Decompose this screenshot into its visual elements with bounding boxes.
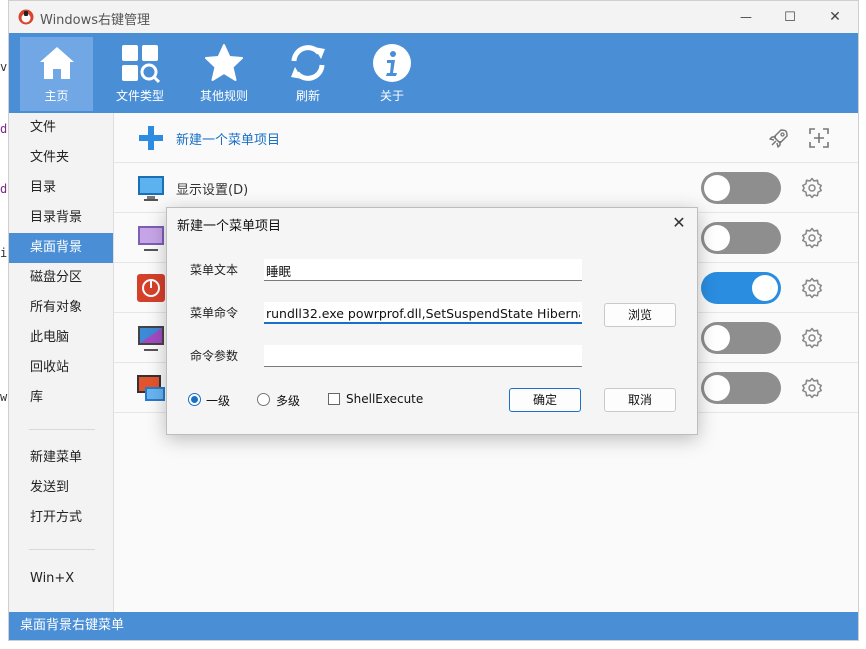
menu-text-label: 菜单文本 bbox=[190, 263, 239, 277]
toolbar-about-button[interactable]: 关于 bbox=[352, 33, 432, 113]
toggle-switch[interactable] bbox=[701, 172, 781, 204]
title-bar[interactable]: Windows右键管理 — ☐ ✕ bbox=[9, 1, 858, 33]
dialog-title: 新建一个菜单项目 bbox=[177, 219, 282, 234]
close-icon: ✕ bbox=[829, 9, 841, 25]
toggle-knob bbox=[704, 325, 730, 351]
background-text: d bbox=[0, 182, 8, 196]
gear-icon[interactable] bbox=[800, 226, 824, 250]
sidebar-item-new-menu[interactable]: 新建菜单 bbox=[9, 443, 113, 473]
background-text: i bbox=[0, 246, 8, 260]
menu-command-label: 菜单命令 bbox=[190, 306, 239, 320]
sidebar-item-folder[interactable]: 文件夹 bbox=[9, 143, 113, 173]
background-text: w bbox=[0, 390, 8, 404]
gear-icon[interactable] bbox=[800, 276, 824, 300]
dialog-close-button[interactable]: ✕ bbox=[667, 211, 691, 235]
sidebar-item-send-to[interactable]: 发送到 bbox=[9, 473, 113, 503]
new-item-row[interactable]: 新建一个菜单项目 bbox=[114, 113, 858, 163]
toolbar-home-label: 主页 bbox=[44, 89, 69, 103]
command-args-input[interactable] bbox=[264, 345, 582, 367]
toggle-knob bbox=[752, 275, 778, 301]
toggle-knob bbox=[704, 175, 730, 201]
gear-icon[interactable] bbox=[800, 326, 824, 350]
level1-radio[interactable] bbox=[188, 393, 201, 406]
sidebar-item-desktop-background[interactable]: 桌面背景 bbox=[9, 233, 113, 263]
menu-item-label: 显示设置(D) bbox=[176, 183, 249, 198]
minimize-button[interactable]: — bbox=[723, 1, 769, 33]
gear-icon[interactable] bbox=[800, 376, 824, 400]
multilevel-radio-label[interactable]: 多级 bbox=[276, 392, 300, 409]
sidebar-divider bbox=[29, 549, 95, 550]
shellexecute-checkbox[interactable] bbox=[328, 393, 340, 405]
refresh-icon bbox=[291, 45, 325, 81]
wallpaper-icon bbox=[137, 375, 165, 401]
menu-text-input[interactable] bbox=[264, 259, 582, 281]
sidebar-item-recycle-bin[interactable]: 回收站 bbox=[9, 353, 113, 383]
shellexecute-label[interactable]: ShellExecute bbox=[346, 392, 423, 406]
sidebar-item-directory[interactable]: 目录 bbox=[9, 173, 113, 203]
sidebar-item-winx[interactable]: Win+X bbox=[9, 564, 113, 594]
rocket-icon[interactable] bbox=[767, 126, 791, 150]
toolbar-refresh-label: 刷新 bbox=[295, 89, 320, 103]
home-icon bbox=[39, 47, 74, 79]
sidebar-item-drive[interactable]: 磁盘分区 bbox=[9, 263, 113, 293]
new-menu-item-dialog: 新建一个菜单项目 ✕ 菜单文本 菜单命令 浏览 命令参数 一级 多级 Shell… bbox=[166, 207, 698, 435]
toolbar-about-label: 关于 bbox=[379, 89, 404, 103]
sidebar-item-all-objects[interactable]: 所有对象 bbox=[9, 293, 113, 323]
power-icon bbox=[137, 274, 165, 302]
ok-button[interactable]: 确定 bbox=[509, 388, 581, 412]
background-text: d bbox=[0, 122, 8, 136]
app-logo-icon bbox=[18, 9, 34, 25]
toggle-switch[interactable] bbox=[701, 222, 781, 254]
sidebar-divider bbox=[29, 429, 95, 430]
gear-icon[interactable] bbox=[800, 176, 824, 200]
menu-command-input[interactable] bbox=[264, 302, 582, 324]
monitor-icon bbox=[138, 176, 164, 201]
background-text: v bbox=[0, 60, 8, 74]
toggle-switch[interactable] bbox=[701, 272, 781, 304]
browse-button[interactable]: 浏览 bbox=[604, 303, 676, 327]
sidebar-item-directory-background[interactable]: 目录背景 bbox=[9, 203, 113, 233]
sidebar-item-open-with[interactable]: 打开方式 bbox=[9, 503, 113, 533]
cancel-button[interactable]: 取消 bbox=[604, 388, 676, 412]
multilevel-radio[interactable] bbox=[257, 393, 270, 406]
menu-item-row[interactable]: 显示设置(D) bbox=[114, 163, 858, 213]
sidebar-item-file[interactable]: 文件 bbox=[9, 113, 113, 143]
toggle-knob bbox=[704, 225, 730, 251]
window-title: Windows右键管理 bbox=[40, 13, 151, 28]
close-window-button[interactable]: ✕ bbox=[812, 1, 858, 33]
display-color-icon bbox=[138, 326, 164, 351]
grid-search-icon bbox=[122, 45, 160, 83]
close-icon: ✕ bbox=[672, 213, 686, 232]
toggle-switch[interactable] bbox=[701, 372, 781, 404]
toolbar-filetypes-button[interactable]: 文件类型 bbox=[100, 33, 180, 113]
toolbar-otherrules-label: 其他规则 bbox=[199, 89, 248, 103]
star-icon bbox=[205, 44, 243, 81]
toolbar-filetypes-label: 文件类型 bbox=[115, 89, 164, 103]
add-target-icon[interactable] bbox=[807, 126, 831, 150]
maximize-button[interactable]: ☐ bbox=[767, 1, 813, 33]
new-item-label: 新建一个菜单项目 bbox=[176, 133, 281, 148]
minimize-icon: — bbox=[740, 10, 752, 24]
sidebar-item-library[interactable]: 库 bbox=[9, 383, 113, 413]
toggle-knob bbox=[704, 375, 730, 401]
personalize-icon bbox=[138, 226, 164, 251]
level1-radio-label[interactable]: 一级 bbox=[206, 392, 230, 409]
command-args-label: 命令参数 bbox=[190, 349, 239, 363]
toggle-switch[interactable] bbox=[701, 322, 781, 354]
toolbar: 主页 文件类型 其他规则 刷新 关于 bbox=[9, 33, 858, 113]
plus-icon bbox=[139, 126, 163, 150]
toolbar-refresh-button[interactable]: 刷新 bbox=[268, 33, 348, 113]
sidebar-item-this-pc[interactable]: 此电脑 bbox=[9, 323, 113, 353]
status-bar: 桌面背景右键菜单 bbox=[9, 612, 858, 640]
info-icon bbox=[373, 44, 411, 82]
toolbar-otherrules-button[interactable]: 其他规则 bbox=[184, 33, 264, 113]
sidebar: 文件 文件夹 目录 目录背景 桌面背景 磁盘分区 所有对象 此电脑 回收站 库 … bbox=[9, 113, 114, 613]
toolbar-home-button[interactable]: 主页 bbox=[20, 37, 93, 111]
maximize-icon: ☐ bbox=[784, 9, 796, 25]
